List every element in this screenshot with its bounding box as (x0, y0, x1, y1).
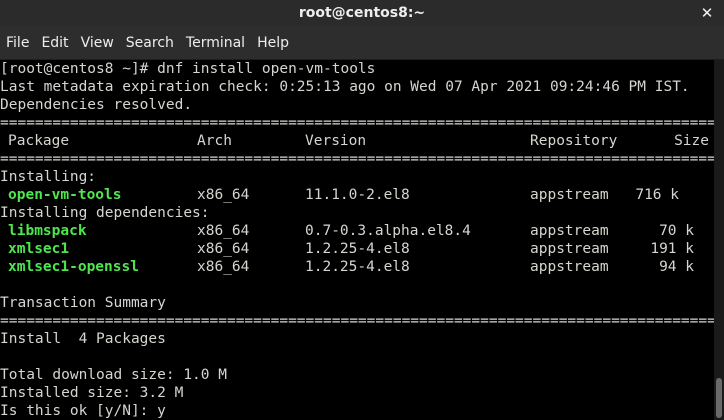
table-row: libmspack x86_64 0.7-0.3.alpha.el8.4 app… (0, 222, 714, 240)
package-arch: x86_64 (197, 241, 250, 257)
package-repo: appstream (530, 187, 609, 203)
header-size: Size (674, 133, 709, 149)
menu-file[interactable]: File (0, 35, 35, 51)
transaction-summary: Transaction Summary (0, 295, 166, 311)
separator-rule: ========================================… (0, 115, 714, 131)
menu-help[interactable]: Help (251, 35, 295, 51)
package-name: open-vm-tools (8, 187, 122, 203)
installing-deps-label: Installing dependencies: (0, 205, 210, 221)
header-version: Version (305, 133, 367, 149)
package-version: 0.7-0.3.alpha.el8.4 (305, 223, 471, 239)
window-title: root@centos8:~ (298, 5, 426, 21)
scroll-thumb[interactable] (716, 378, 722, 418)
menu-search[interactable]: Search (120, 35, 180, 51)
download-size-line: Total download size: 1.0 M (0, 367, 227, 383)
package-size: 191 k (650, 241, 694, 257)
confirm-prompt[interactable]: Is this ok [y/N]: y (0, 402, 166, 420)
table-row: xmlsec1 x86_64 1.2.25-4.el8 appstream 19… (0, 240, 714, 258)
scrollbar[interactable] (714, 60, 724, 420)
metadata-line: Last metadata expiration check: 0:25:13 … (0, 79, 690, 95)
header-package: Package (8, 133, 70, 149)
package-version: 1.2.25-4.el8 (305, 259, 410, 275)
deps-resolved-line: Dependencies resolved. (0, 97, 193, 113)
package-size: 716 k (635, 187, 679, 203)
package-arch: x86_64 (197, 187, 250, 203)
installed-size-line: Installed size: 3.2 M (0, 385, 184, 401)
package-name: xmlsec1-openssl (8, 259, 139, 275)
package-arch: x86_64 (197, 223, 250, 239)
package-arch: x86_64 (197, 259, 250, 275)
header-arch: Arch (197, 133, 232, 149)
menu-edit[interactable]: Edit (35, 35, 74, 51)
menu-bar: File Edit View Search Terminal Help (0, 26, 724, 60)
table-row: xmlsec1-openssl x86_64 1.2.25-4.el8 apps… (0, 258, 714, 276)
menu-view[interactable]: View (75, 35, 120, 51)
install-count-line: Install 4 Packages (0, 331, 166, 347)
separator-rule: ========================================… (0, 151, 714, 167)
package-repo: appstream (530, 241, 609, 257)
table-row: open-vm-tools x86_64 11.1.0-2.el8 appstr… (0, 186, 714, 204)
package-version: 1.2.25-4.el8 (305, 241, 410, 257)
package-version: 11.1.0-2.el8 (305, 187, 410, 203)
terminal-window: root@centos8:~ ✕ File Edit View Search T… (0, 0, 724, 420)
table-header: Package Arch Version Repository Size (0, 132, 714, 150)
package-size: 70 k (659, 223, 694, 239)
terminal-output[interactable]: [root@centos8 ~]# dnf install open-vm-to… (0, 60, 714, 420)
command-line: [root@centos8 ~]# dnf install open-vm-to… (0, 61, 376, 77)
title-bar[interactable]: root@centos8:~ ✕ (0, 0, 724, 26)
separator-rule: ========================================… (0, 313, 714, 329)
package-size: 94 k (659, 259, 694, 275)
header-repository: Repository (530, 133, 618, 149)
package-repo: appstream (530, 223, 609, 239)
close-icon[interactable]: ✕ (696, 2, 718, 24)
package-name: libmspack (8, 223, 87, 239)
installing-label: Installing: (0, 169, 97, 185)
package-name: xmlsec1 (8, 241, 70, 257)
menu-terminal[interactable]: Terminal (180, 35, 251, 51)
package-repo: appstream (530, 259, 609, 275)
